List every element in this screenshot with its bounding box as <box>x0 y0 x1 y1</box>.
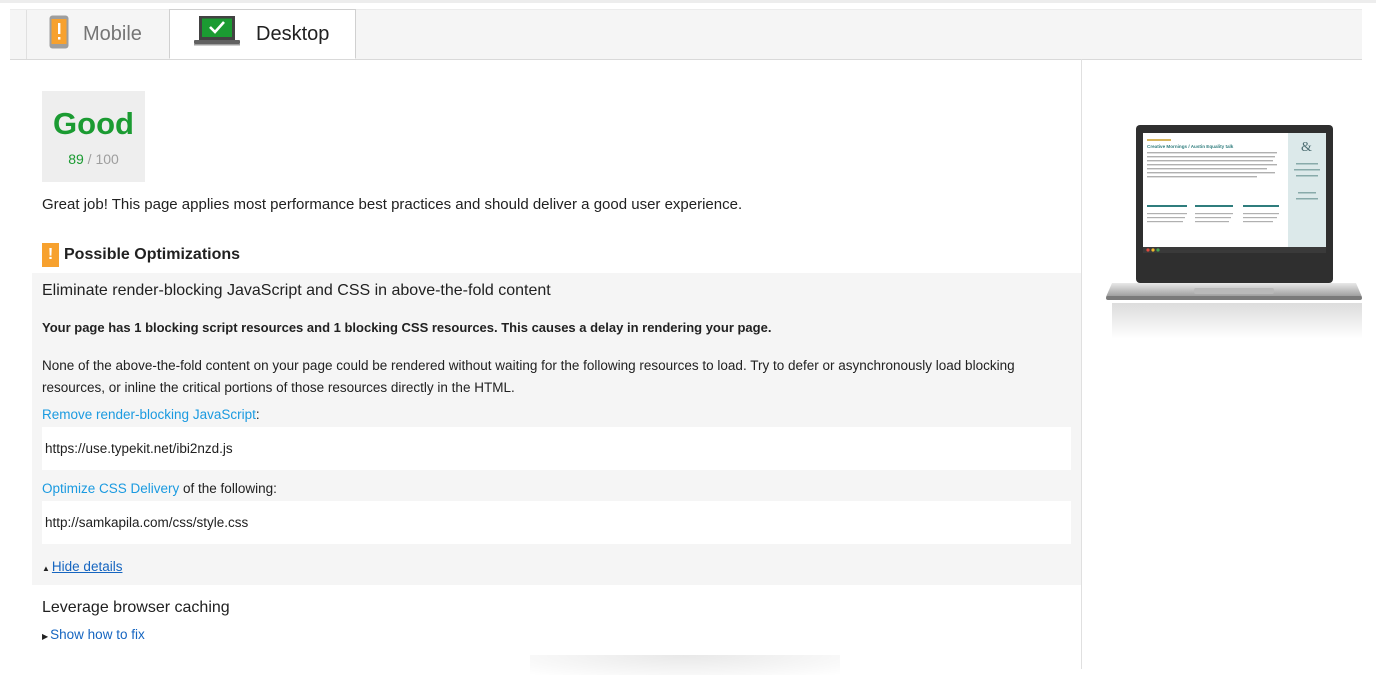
score-value: 89 <box>68 151 84 167</box>
show-how-to-fix-link[interactable]: Show how to fix <box>50 627 145 642</box>
show-how-to-fix-toggle[interactable]: ▶ Show how to fix <box>42 627 145 642</box>
js-link-suffix: : <box>255 407 260 422</box>
tab-mobile-label: Mobile <box>83 23 142 45</box>
preview-panel: & Creative Mornings / Austin Equality ta… <box>1082 59 1376 669</box>
remove-js-link[interactable]: Remove render-blocking JavaScript <box>42 407 256 422</box>
css-resource-line: Optimize CSS Delivery of the following: <box>42 481 277 496</box>
css-url: http://samkapila.com/css/style.css <box>45 515 249 530</box>
tab-desktop-label: Desktop <box>256 22 330 45</box>
score-badge: Good 89 / 100 <box>42 91 145 182</box>
js-url-box: https://use.typekit.net/ibi2nzd.js <box>42 427 1071 470</box>
rule-description: None of the above-the-fold content on yo… <box>42 358 1015 395</box>
score-max: 100 <box>95 151 119 167</box>
hide-details-toggle[interactable]: ▲ Hide details <box>42 559 122 574</box>
warning-icon: ! <box>42 243 59 267</box>
score-rating: Good <box>53 106 134 141</box>
optimizations-heading: ! Possible Optimizations <box>42 243 240 267</box>
rule-browser-caching-title: Leverage browser caching <box>42 599 230 616</box>
css-link-suffix: of the following: <box>179 481 277 496</box>
rule-render-blocking: Eliminate render-blocking JavaScript and… <box>32 273 1081 585</box>
bottom-shadow <box>530 655 840 675</box>
top-divider <box>0 0 1376 3</box>
results-panel: Good 89 / 100 Great job! This page appli… <box>10 59 1082 669</box>
summary-text: Great job! This page applies most perfor… <box>42 196 743 213</box>
device-tab-bar: Mobile Desktop <box>10 9 1362 60</box>
phone-warning-icon <box>49 15 69 55</box>
preview-heading: Creative Mornings / Austin Equality talk <box>1147 144 1234 149</box>
js-resource-line: Remove render-blocking JavaScript: <box>42 407 260 422</box>
laptop-check-icon <box>194 16 240 52</box>
collapse-triangle-icon: ▲ <box>42 564 50 573</box>
rule-title: Eliminate render-blocking JavaScript and… <box>42 282 551 299</box>
tab-mobile[interactable]: Mobile <box>26 10 168 59</box>
preview-logo: & <box>1301 140 1312 155</box>
rule-summary: Your page has 1 blocking script resource… <box>42 320 772 335</box>
optimize-css-link[interactable]: Optimize CSS Delivery <box>42 481 179 496</box>
hide-details-link[interactable]: Hide details <box>52 559 123 574</box>
css-url-box: http://samkapila.com/css/style.css <box>42 501 1071 544</box>
score-separator: / <box>87 151 92 167</box>
js-url: https://use.typekit.net/ibi2nzd.js <box>45 441 233 456</box>
score-line: 89 / 100 <box>42 151 145 167</box>
tab-desktop[interactable]: Desktop <box>169 9 356 59</box>
expand-triangle-icon: ▶ <box>42 632 49 641</box>
laptop-preview-image: & Creative Mornings / Austin Equality ta… <box>1106 125 1362 339</box>
optimizations-heading-label: Possible Optimizations <box>64 246 241 263</box>
